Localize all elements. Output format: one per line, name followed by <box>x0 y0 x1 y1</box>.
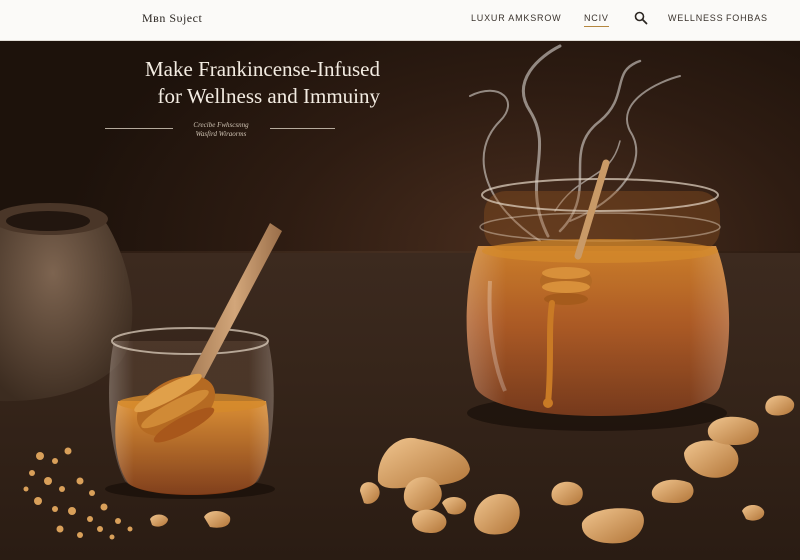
headline-line-1: Make Frankincense-Infused <box>145 57 380 81</box>
nav-item-wellness[interactable]: WELLNESS <box>668 13 723 23</box>
brand-logo[interactable]: Mʙn Sυjeсt <box>142 11 202 26</box>
hero-banner: Make Frankincense-Infused for Wellness a… <box>0 41 800 560</box>
divider-left <box>105 128 173 129</box>
search-icon[interactable] <box>634 11 648 25</box>
hero-headline: Make Frankincense-Infused for Wellness a… <box>80 56 380 110</box>
large-honey-jar <box>466 178 730 431</box>
hero-photo <box>0 44 795 544</box>
top-navigation-bar: Mʙn Sυjeсt LUXUR AMKSROW NCIV WELLNESS F… <box>0 0 800 41</box>
nav-item-luxury[interactable]: LUXUR AMKSROW <box>471 13 561 23</box>
tagline-line-1: Crecibe Fwhscsnng <box>193 121 249 129</box>
hero-tagline: Crecibe Fwhscsnng Wasfird Wiraorms <box>176 121 266 139</box>
headline-line-2: for Wellness and Immuiny <box>157 84 380 108</box>
divider-right <box>270 128 335 129</box>
tagline-line-2: Wasfird Wiraorms <box>195 130 247 138</box>
nav-item-fohbas[interactable]: FOHBAS <box>726 13 768 23</box>
nav-item-active[interactable]: NCIV <box>584 13 609 27</box>
